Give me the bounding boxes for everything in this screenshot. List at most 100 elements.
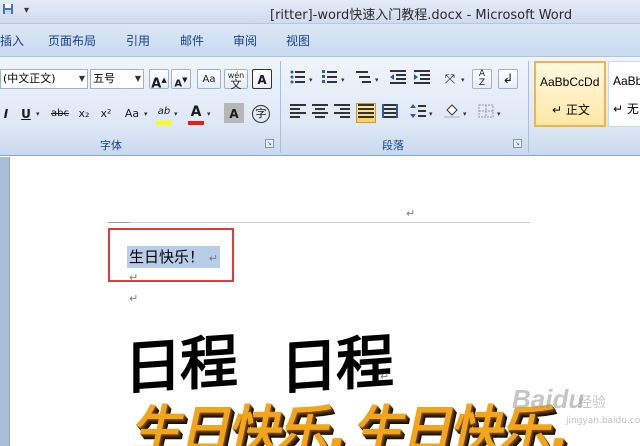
- baidu-watermark-logo: Baidu: [512, 384, 585, 414]
- style-no-spacing-sample: AaBb: [613, 74, 640, 88]
- phonetic-guide-button[interactable]: wén 文: [224, 69, 248, 90]
- baidu-watermark-url: jingyan.baidu.com: [566, 416, 640, 426]
- increase-indent-button[interactable]: [412, 69, 432, 89]
- font-name-combo[interactable]: (中文正文) ▼: [0, 69, 88, 89]
- highlight-color-bar: [156, 121, 172, 125]
- clear-format-icon: Aa: [202, 74, 216, 85]
- underline-button[interactable]: U: [16, 103, 36, 123]
- group-divider: [280, 61, 281, 153]
- subscript-button[interactable]: x₂: [74, 103, 94, 123]
- highlight-pen-icon: ab: [157, 106, 171, 117]
- character-shading-button[interactable]: A: [224, 103, 244, 123]
- title-bar: ▾ [ritter]-word快速入门教程.docx - Microsoft W…: [0, 0, 640, 24]
- tab-review[interactable]: 审阅: [233, 32, 257, 49]
- style-no-spacing[interactable]: AaBb ↵ 无: [608, 61, 640, 127]
- strikethrough-button[interactable]: abc: [48, 103, 72, 123]
- line-spacing-button[interactable]: [408, 103, 428, 123]
- paragraph-mark: ↵: [129, 271, 139, 284]
- align-center-icon: [312, 104, 328, 118]
- numbering-dropdown-icon[interactable]: ▾: [341, 76, 345, 84]
- wordart-text-1[interactable]: 生日快乐,: [126, 388, 355, 446]
- bullet-list-icon: [290, 70, 305, 84]
- crop-mark: [108, 222, 130, 223]
- shading-button[interactable]: [442, 103, 462, 123]
- line-spacing-dropdown-icon[interactable]: ▾: [429, 110, 433, 118]
- align-right-icon: [334, 104, 350, 118]
- tab-page-layout[interactable]: 页面布局: [48, 32, 96, 49]
- tab-view[interactable]: 视图: [286, 32, 310, 49]
- strikethrough-icon: abc: [51, 108, 69, 119]
- align-left-icon: [290, 104, 306, 118]
- change-case-icon: Aa: [124, 107, 140, 120]
- show-hide-marks-button[interactable]: ↲: [498, 69, 518, 89]
- align-right-button[interactable]: [332, 103, 352, 123]
- superscript-button[interactable]: x²: [96, 103, 116, 123]
- justify-button[interactable]: [356, 103, 376, 123]
- chinese-layout-icon: ⤧: [444, 72, 456, 87]
- multilevel-dropdown-icon[interactable]: ▾: [375, 76, 379, 84]
- style-normal-sample: AaBbCcDd: [540, 75, 600, 89]
- shrink-font-button[interactable]: A▼: [171, 69, 191, 89]
- paragraph-dialog-launcher-icon[interactable]: ↘: [513, 139, 522, 148]
- font-size-combo[interactable]: 五号 ▼: [90, 69, 144, 89]
- change-case-button[interactable]: Aa: [120, 103, 144, 123]
- font-name-value: (中文正文): [3, 72, 56, 85]
- paint-bucket-icon: [444, 104, 460, 118]
- margin-guide: [130, 222, 530, 223]
- window-title: [ritter]-word快速入门教程.docx - Microsoft Wor…: [270, 8, 573, 23]
- underline-dropdown-icon[interactable]: ▾: [36, 110, 40, 118]
- highlight-dropdown-icon[interactable]: ▾: [174, 110, 178, 118]
- style-no-spacing-name: ↵ 无: [613, 102, 639, 116]
- clear-formatting-button[interactable]: Aa: [197, 69, 221, 89]
- tab-mailings[interactable]: 邮件: [180, 32, 204, 49]
- chinese-layout-dropdown-icon[interactable]: ▾: [461, 76, 465, 84]
- sort-button[interactable]: AZ: [472, 69, 492, 89]
- bullets-dropdown-icon[interactable]: ▾: [309, 76, 313, 84]
- justify-icon: [358, 104, 374, 118]
- save-icon[interactable]: [2, 3, 14, 18]
- chevron-down-icon[interactable]: ▼: [135, 70, 141, 88]
- grow-font-button[interactable]: A▲: [149, 69, 169, 92]
- increase-indent-icon: [414, 70, 430, 84]
- font-color-bar: [188, 121, 204, 125]
- multilevel-list-button[interactable]: [354, 69, 374, 89]
- decrease-indent-button[interactable]: [388, 69, 408, 89]
- bullets-button[interactable]: [288, 69, 308, 89]
- tab-insert[interactable]: 插入: [0, 32, 24, 49]
- grow-font-icon: A: [151, 76, 162, 92]
- text-highlight-button[interactable]: ab: [154, 101, 174, 121]
- chevron-down-icon[interactable]: ▼: [79, 70, 85, 88]
- style-normal-name: ↵ 正文: [552, 103, 590, 117]
- style-normal[interactable]: AaBbCcDd ↵ 正文: [534, 61, 606, 127]
- underline-icon: U: [21, 107, 31, 121]
- borders-dropdown-icon[interactable]: ▾: [497, 110, 501, 118]
- font-size-value: 五号: [93, 72, 115, 85]
- font-color-dropdown-icon[interactable]: ▾: [207, 110, 211, 118]
- align-left-button[interactable]: [288, 103, 308, 123]
- change-case-dropdown-icon[interactable]: ▾: [144, 110, 148, 118]
- paragraph-mark: ↵: [406, 207, 416, 220]
- align-center-button[interactable]: [310, 103, 330, 123]
- character-border-button[interactable]: A: [252, 69, 272, 89]
- numbering-button[interactable]: [320, 69, 340, 89]
- shading-dropdown-icon[interactable]: ▾: [463, 110, 467, 118]
- qat-dropdown-icon[interactable]: ▾: [24, 5, 29, 16]
- font-color-button[interactable]: A: [186, 101, 206, 121]
- enclose-characters-icon: 字: [252, 105, 270, 123]
- paragraph-mark: ↵: [380, 370, 390, 383]
- tab-references[interactable]: 引用: [126, 32, 150, 49]
- multilevel-list-icon: [356, 71, 371, 83]
- borders-icon: [478, 104, 494, 118]
- paragraph-mark: ↵: [129, 292, 139, 305]
- distributed-button[interactable]: [380, 103, 400, 123]
- borders-button[interactable]: [476, 103, 496, 123]
- paragraph-group-label: 段落: [382, 139, 404, 152]
- font-dialog-launcher-icon[interactable]: ↘: [265, 139, 274, 148]
- shrink-font-icon: A: [174, 78, 183, 90]
- line-spacing-icon: [410, 104, 426, 118]
- italic-button[interactable]: I: [0, 103, 12, 123]
- subscript-icon: x₂: [78, 107, 90, 120]
- enclose-characters-button[interactable]: 字: [251, 103, 271, 123]
- chinese-layout-button[interactable]: ⤧: [440, 69, 460, 89]
- character-shading-icon: A: [229, 107, 239, 121]
